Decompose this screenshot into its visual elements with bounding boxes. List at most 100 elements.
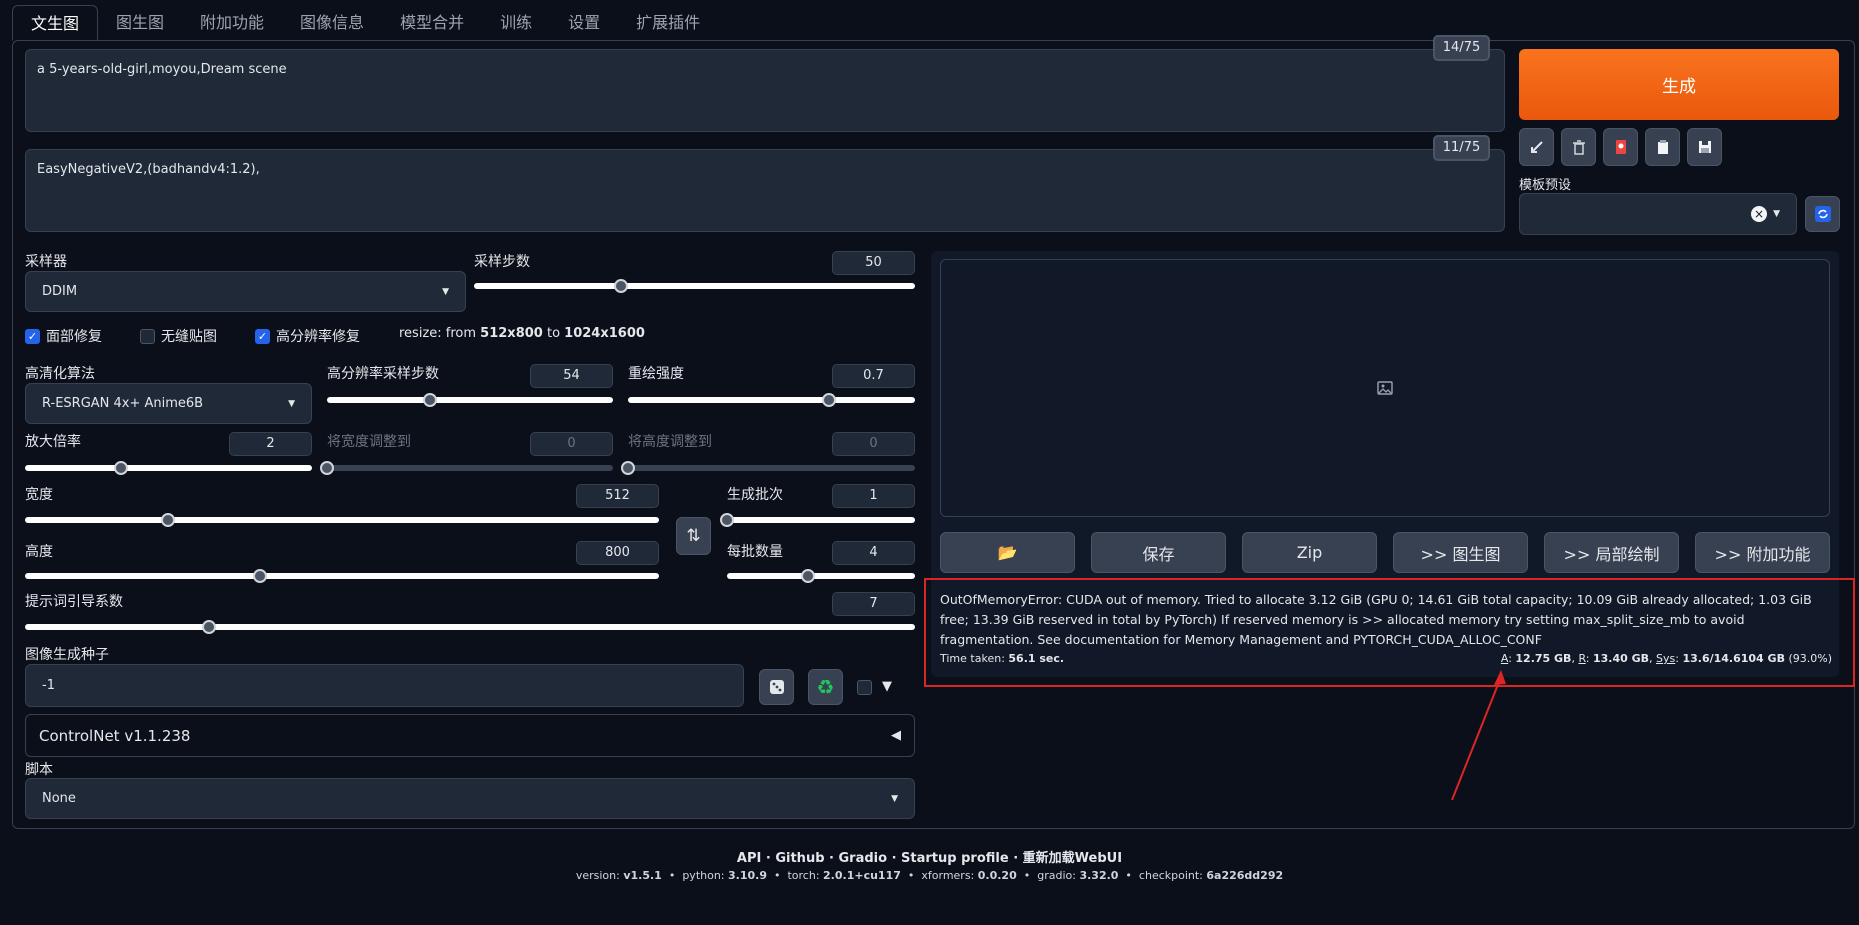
send-to-extras-button[interactable]: >> 附加功能 xyxy=(1695,532,1830,573)
hires-fix-checkbox[interactable]: ✓ 高分辨率修复 xyxy=(255,326,360,346)
resize-height-label: 将高度调整到 xyxy=(628,434,712,450)
tab-extras[interactable]: 附加功能 xyxy=(182,5,282,41)
clipboard-icon[interactable] xyxy=(1645,128,1680,166)
denoise-slider[interactable] xyxy=(628,393,915,407)
batch-count-input[interactable]: 1 xyxy=(832,484,915,508)
tab-settings[interactable]: 设置 xyxy=(550,5,618,41)
upscaler-value: R-ESRGAN 4x+ Anime6B xyxy=(42,396,204,411)
seed-label: 图像生成种子 xyxy=(25,647,109,663)
controlnet-accordion[interactable]: ControlNet v1.1.238 ◀ xyxy=(25,714,915,757)
hires-steps-input[interactable]: 54 xyxy=(530,364,613,388)
prompt-toolbar xyxy=(1519,128,1722,166)
batch-size-label: 每批数量 xyxy=(727,544,783,560)
reload-ui-link[interactable]: 重新加载WebUI xyxy=(1023,851,1122,866)
card-icon[interactable] xyxy=(1603,128,1638,166)
height-label: 高度 xyxy=(25,544,53,560)
gradio-label: gradio: xyxy=(1037,869,1080,882)
generate-button[interactable]: 生成 xyxy=(1519,49,1839,120)
gradio-link[interactable]: Gradio xyxy=(839,851,888,866)
startup-profile-link[interactable]: Startup profile xyxy=(901,851,1009,866)
controlnet-label: ControlNet v1.1.238 xyxy=(39,726,191,745)
checkpoint-value: 6a226dd292 xyxy=(1206,869,1284,882)
python-label: python: xyxy=(682,869,729,882)
send-to-inpaint-button[interactable]: >> 局部绘制 xyxy=(1544,532,1679,573)
face-restore-label: 面部修复 xyxy=(46,329,102,345)
clear-icon[interactable]: × xyxy=(1751,206,1768,222)
refresh-icon xyxy=(1814,206,1831,222)
send-to-img2img-button[interactable]: >> 图生图 xyxy=(1393,532,1528,573)
cfg-scale-input[interactable]: 7 xyxy=(832,592,915,616)
resize-width-input[interactable]: 0 xyxy=(530,432,613,456)
random-seed-button[interactable] xyxy=(759,669,794,705)
seed-input[interactable]: -1 xyxy=(25,664,744,707)
checkpoint-label: checkpoint: xyxy=(1138,869,1207,882)
width-input[interactable]: 512 xyxy=(576,484,659,508)
cfg-scale-slider[interactable] xyxy=(25,620,915,634)
resize-height-slider[interactable] xyxy=(621,461,915,475)
tab-extensions[interactable]: 扩展插件 xyxy=(618,5,718,41)
swap-dimensions-button[interactable]: ⇅ xyxy=(676,517,711,555)
recycle-icon: ♻ xyxy=(816,675,835,699)
sampler-dropdown[interactable]: DDIM ▼ xyxy=(25,271,466,312)
resize-height-input[interactable]: 0 xyxy=(832,432,915,456)
footer-links: API · Github · Gradio · Startup profile … xyxy=(736,851,1123,866)
chevron-down-icon: ▼ xyxy=(891,793,898,804)
sampler-label: 采样器 xyxy=(25,254,67,270)
height-input[interactable]: 800 xyxy=(576,541,659,565)
face-restore-checkbox[interactable]: ✓ 面部修复 xyxy=(25,326,102,346)
batch-size-slider[interactable] xyxy=(727,569,915,583)
image-placeholder-icon xyxy=(1377,381,1393,395)
resize-to-word: to xyxy=(542,326,565,341)
hires-fix-label: 高分辨率修复 xyxy=(276,329,360,345)
api-link[interactable]: API xyxy=(737,851,761,866)
batch-size-input[interactable]: 4 xyxy=(832,541,915,565)
reuse-seed-button[interactable]: ♻ xyxy=(808,669,843,705)
negative-prompt-input[interactable]: EasyNegativeV2,(badhandv4:1.2), xyxy=(25,149,1505,232)
tab-img2img[interactable]: 图生图 xyxy=(98,5,182,41)
check-icon: ✓ xyxy=(255,328,270,344)
upscale-by-slider[interactable] xyxy=(25,461,312,475)
trash-icon[interactable] xyxy=(1561,128,1596,166)
upscale-by-input[interactable]: 2 xyxy=(229,432,312,456)
batch-count-slider[interactable] xyxy=(720,513,915,527)
dice-icon xyxy=(769,680,784,694)
upscaler-label: 高清化算法 xyxy=(25,366,95,382)
extra-seed-checkbox[interactable] xyxy=(857,680,872,695)
image-gallery[interactable] xyxy=(940,259,1830,517)
upscaler-dropdown[interactable]: R-ESRGAN 4x+ Anime6B ▼ xyxy=(25,383,312,424)
negative-token-counter: 11/75 xyxy=(1433,135,1490,161)
width-label: 宽度 xyxy=(25,487,53,503)
tab-png-info[interactable]: 图像信息 xyxy=(282,5,382,41)
refresh-styles-button[interactable] xyxy=(1805,196,1840,232)
script-label: 脚本 xyxy=(25,762,53,778)
script-value: None xyxy=(42,791,76,806)
torch-label: torch: xyxy=(787,869,824,882)
resize-width-slider[interactable] xyxy=(320,461,613,475)
denoise-input[interactable]: 0.7 xyxy=(832,364,915,388)
tiling-checkbox[interactable]: 无缝贴图 xyxy=(140,326,217,346)
open-folder-button[interactable]: 📂 xyxy=(940,532,1075,573)
hires-steps-slider[interactable] xyxy=(327,393,613,407)
tab-train[interactable]: 训练 xyxy=(482,5,550,41)
positive-prompt-input[interactable]: a 5-years-old-girl,moyou,Dream scene xyxy=(25,49,1505,132)
upscale-by-label: 放大倍率 xyxy=(25,434,81,450)
tab-checkpoint-merger[interactable]: 模型合并 xyxy=(382,5,482,41)
script-dropdown[interactable]: None ▼ xyxy=(25,778,915,819)
github-link[interactable]: Github xyxy=(775,851,824,866)
resize-prefix: resize: from xyxy=(399,326,481,341)
style-preset-dropdown[interactable]: × ▼ xyxy=(1519,193,1797,235)
arrow-icon[interactable] xyxy=(1519,128,1554,166)
height-slider[interactable] xyxy=(25,569,659,583)
save-icon[interactable] xyxy=(1687,128,1722,166)
checkbox-box xyxy=(140,328,155,344)
sampling-steps-slider[interactable] xyxy=(474,279,915,293)
zip-button[interactable]: Zip xyxy=(1242,532,1377,573)
width-slider[interactable] xyxy=(25,513,659,527)
footer-versions: version: v1.5.1 • python: 3.10.9 • torch… xyxy=(575,869,1284,882)
cfg-scale-label: 提示词引导系数 xyxy=(25,594,123,610)
tiling-label: 无缝贴图 xyxy=(161,329,217,345)
save-button[interactable]: 保存 xyxy=(1091,532,1226,573)
tab-txt2img[interactable]: 文生图 xyxy=(12,5,99,41)
resize-note: resize: from 512x800 to 1024x1600 xyxy=(399,326,645,341)
sampling-steps-input[interactable]: 50 xyxy=(832,251,915,275)
